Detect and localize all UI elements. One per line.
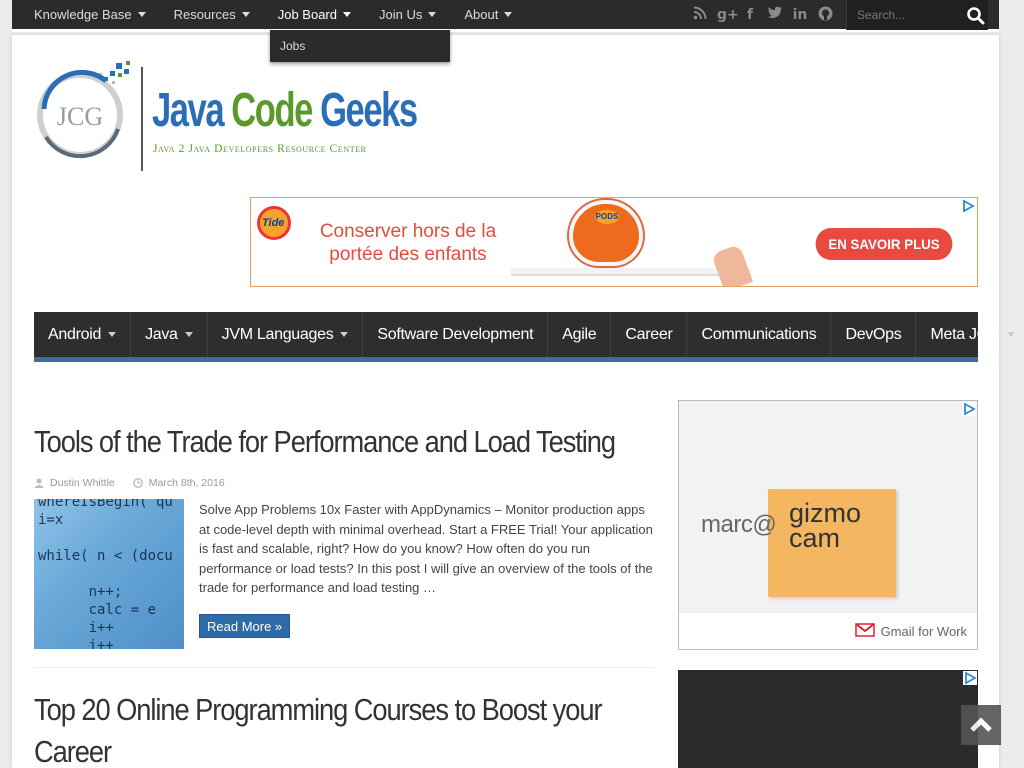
caret-down-icon [428,12,437,17]
site-logo[interactable]: JCG Java Code Geeks Java 2 Java Develope… [34,59,444,179]
post-item: Tools of the Trade for Performance and L… [34,421,654,651]
caret-down-icon [137,12,146,17]
ad-message: Conserver hors de la portée des enfants [319,221,497,265]
svg-text:JCG: JCG [57,102,103,131]
search-input[interactable] [857,7,957,23]
caret-down-icon [241,12,250,17]
ad-footer: Gmail for Work [854,623,967,640]
post-date: March 8th, 2016 [148,477,225,489]
ad-cta-button[interactable]: EN SAVOIR PLUS [815,228,953,260]
caret-down-icon [342,12,351,17]
tide-logo: Tide [257,206,291,240]
post-thumbnail[interactable]: whereIsBegin( qu i=x while( n < (docu n+… [34,499,184,649]
back-to-top-button[interactable] [961,705,1001,745]
category-career[interactable]: Career [611,312,688,357]
ad-shelf [511,268,751,276]
sidebar-ad[interactable]: marc@ gizmo cam Gmail for Work [678,400,978,650]
post-meta: Dustin Whittle March 8th, 2016 [34,477,654,489]
ad-hand-image [711,244,753,286]
twitter-icon[interactable] [767,6,783,26]
post-excerpt: Solve App Problems 10x Faster with AppDy… [199,502,653,596]
logo-title: Java Code Geeks [152,84,418,137]
topnav-about[interactable]: About [464,0,526,30]
post-title[interactable]: Top 20 Online Programming Courses to Boo… [34,689,654,768]
category-nav: Android Java JVM Languages Software Deve… [34,312,1016,362]
adchoices-icon[interactable] [963,671,977,685]
category-software-development[interactable]: Software Development [363,312,549,357]
social-links: g+ f in [692,6,833,26]
category-meta-jcg[interactable]: Meta JCG [916,312,1024,357]
jcg-badge-icon: JCG [37,61,143,171]
chevron-up-icon [970,717,992,732]
ad-brand-text: gizmo cam [789,498,862,553]
job-board-dropdown: Jobs [270,30,450,62]
rss-icon[interactable] [692,6,708,26]
ad-product-image: PODS [569,200,643,266]
topnav-resources[interactable]: Resources [174,0,264,30]
dropdown-item-jobs[interactable]: Jobs [270,30,450,62]
gmail-icon [854,623,875,640]
topnav-knowledge-base[interactable]: Knowledge Base [34,0,160,30]
linkedin-icon[interactable]: in [792,6,808,26]
clock-icon [132,478,143,488]
read-more-button[interactable]: Read More » [199,614,291,638]
adchoices-icon[interactable] [961,199,975,213]
google-plus-icon[interactable]: g+ [717,6,739,26]
top-bar: Knowledge Base Resources Job Board Join … [12,0,999,32]
category-java[interactable]: Java [131,312,208,357]
caret-down-icon [1007,332,1016,337]
caret-down-icon [184,332,193,337]
category-android[interactable]: Android [34,312,132,357]
logo-tagline: Java 2 Java Developers Resource Center [153,143,367,155]
caret-down-icon [504,12,513,17]
top-banner-ad[interactable]: Tide Conserver hors de la portée des enf… [250,197,978,287]
category-devops[interactable]: DevOps [831,312,917,357]
topnav-join-us[interactable]: Join Us [379,0,450,30]
topnav-job-board[interactable]: Job Board [278,0,365,30]
page-container: JCG Java Code Geeks Java 2 Java Develope… [12,35,1016,768]
search-box [846,0,988,30]
caret-down-icon [340,332,349,337]
sidebar-ad-2[interactable] [678,670,978,768]
post-author[interactable]: Dustin Whittle [50,477,115,489]
facebook-icon[interactable]: f [742,6,758,26]
category-communications[interactable]: Communications [687,312,832,357]
search-icon[interactable] [966,6,986,26]
post-title[interactable]: Tools of the Trade for Performance and L… [34,421,616,463]
category-jvm-languages[interactable]: JVM Languages [208,312,364,357]
adchoices-icon[interactable] [962,402,976,416]
category-agile[interactable]: Agile [548,312,612,357]
caret-down-icon [108,332,117,337]
user-icon [34,478,44,488]
github-icon[interactable] [817,6,833,26]
ad-email-text: marc@ [701,511,777,538]
top-nav: Knowledge Base Resources Job Board Join … [34,0,540,30]
post-divider [34,667,654,668]
